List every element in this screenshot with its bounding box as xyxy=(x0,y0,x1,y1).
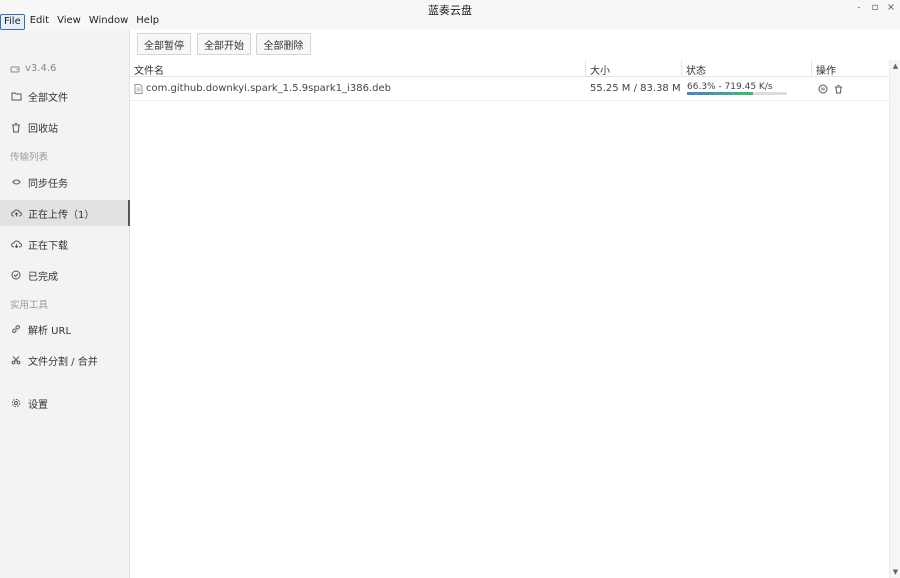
close-button[interactable]: × xyxy=(884,2,898,13)
sidebar-item-label: 正在下载 xyxy=(28,240,68,252)
sidebar-item-sync[interactable]: 同步任务 xyxy=(0,169,130,195)
hdd-icon xyxy=(10,64,20,74)
sidebar-item-label: 设置 xyxy=(28,399,48,411)
scroll-up-arrow-icon[interactable]: ▲ xyxy=(890,62,900,70)
version-text: v3.4.6 xyxy=(25,63,57,74)
vertical-scrollbar[interactable]: ▲ ▼ xyxy=(889,60,900,578)
sidebar-item-completed[interactable]: 已完成 xyxy=(0,262,130,288)
sidebar-item-uploading[interactable]: 正在上传（1） xyxy=(0,200,130,226)
check-circle-icon xyxy=(10,269,22,281)
version-label: v3.4.6 xyxy=(10,63,56,74)
sidebar-item-label: 文件分割 / 合并 xyxy=(28,356,98,368)
file-size: 55.25 M / 83.38 M xyxy=(590,83,681,94)
progress-bar xyxy=(687,92,787,95)
sidebar-item-parse-url[interactable]: 解析 URL xyxy=(0,316,130,342)
link-icon xyxy=(10,323,22,335)
table-row[interactable]: com.github.downkyi.spark_1.5.9spark1_i38… xyxy=(130,78,889,101)
menu-bar: File Edit View Window Help xyxy=(0,14,164,30)
column-divider[interactable] xyxy=(811,60,812,77)
column-header-size[interactable]: 大小 xyxy=(590,62,610,77)
column-header-status[interactable]: 状态 xyxy=(686,62,706,77)
transfer-status: 66.3% - 719.45 K/s xyxy=(687,82,773,92)
sidebar-item-downloading[interactable]: 正在下载 xyxy=(0,231,130,257)
sidebar-item-label: 正在上传（1） xyxy=(28,209,95,221)
menu-help[interactable]: Help xyxy=(133,14,162,30)
column-divider[interactable] xyxy=(585,60,586,77)
menu-window[interactable]: Window xyxy=(86,14,131,30)
progress-bar-fill xyxy=(687,92,754,95)
sidebar-item-split-merge[interactable]: 文件分割 / 合并 xyxy=(0,347,130,373)
file-icon xyxy=(134,84,143,94)
menu-edit[interactable]: Edit xyxy=(27,14,52,30)
pause-all-button[interactable]: 全部暂停 xyxy=(137,33,191,55)
sidebar-item-label: 解析 URL xyxy=(28,325,72,337)
sidebar-item-label: 全部文件 xyxy=(28,92,68,104)
title-bar: 蓝奏云盘 ˗ ▫ × File Edit View Window Help xyxy=(0,0,900,30)
menu-view[interactable]: View xyxy=(54,14,84,30)
pause-icon[interactable] xyxy=(818,84,828,94)
start-all-button[interactable]: 全部开始 xyxy=(197,33,251,55)
gear-icon xyxy=(10,397,22,409)
trash-icon xyxy=(10,121,22,133)
sidebar-item-label: 已完成 xyxy=(28,271,58,283)
sidebar-item-all-files[interactable]: 全部文件 xyxy=(0,83,130,109)
column-header-name[interactable]: 文件名 xyxy=(134,62,164,77)
file-name: com.github.downkyi.spark_1.5.9spark1_i38… xyxy=(146,83,391,94)
column-divider[interactable] xyxy=(681,60,682,77)
delete-all-button[interactable]: 全部删除 xyxy=(256,33,311,55)
sidebar-item-label: 同步任务 xyxy=(28,178,68,190)
sidebar-item-label: 回收站 xyxy=(28,123,58,135)
section-transfer-list: 传输列表 xyxy=(10,152,49,163)
sidebar-item-recycle-bin[interactable]: 回收站 xyxy=(0,114,130,140)
delete-icon[interactable] xyxy=(834,84,843,94)
table-header: 文件名 大小 状态 操作 xyxy=(130,60,889,77)
minimize-button[interactable]: ˗ xyxy=(852,2,866,13)
scroll-down-arrow-icon[interactable]: ▼ xyxy=(890,568,900,576)
column-header-actions[interactable]: 操作 xyxy=(816,62,836,77)
folder-icon xyxy=(10,90,22,102)
scissors-icon xyxy=(10,354,22,366)
sidebar-item-settings[interactable]: 设置 xyxy=(0,390,130,416)
sync-icon xyxy=(10,176,22,188)
maximize-button[interactable]: ▫ xyxy=(868,2,882,13)
cloud-download-icon xyxy=(10,238,22,250)
menu-file[interactable]: File xyxy=(0,14,25,30)
section-tools: 实用工具 xyxy=(10,300,49,311)
cloud-upload-icon xyxy=(10,207,22,219)
sidebar: v3.4.6 全部文件 回收站 传输列表 同步任务 正在上传（1） 正在下载 已… xyxy=(0,30,130,578)
